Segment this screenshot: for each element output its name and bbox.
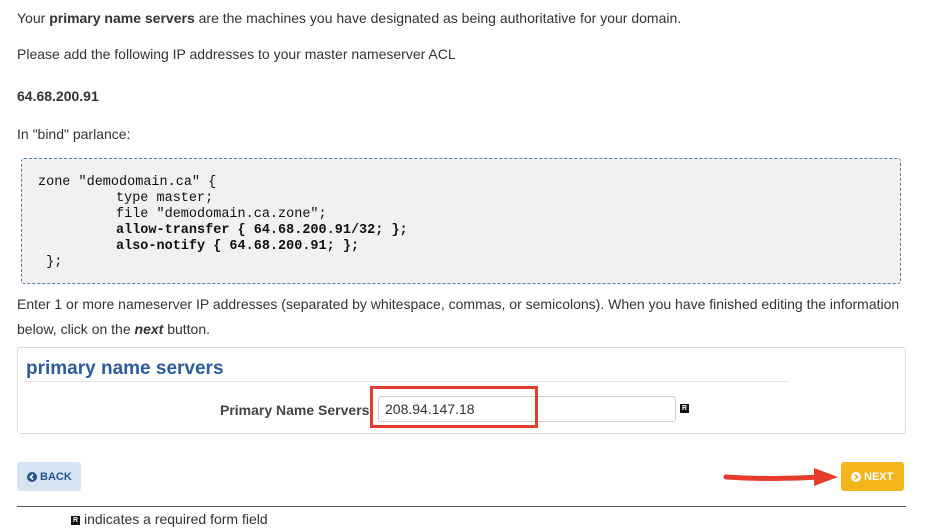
- footer-divider: [17, 506, 906, 507]
- primary-name-servers-label: Primary Name Servers:: [220, 402, 375, 418]
- required-icon: R: [71, 516, 80, 525]
- required-icon: R: [680, 404, 689, 413]
- intro-text: Your primary name servers are the machin…: [17, 10, 681, 26]
- code-line-4: allow-transfer { 64.68.200.91/32; };: [116, 223, 408, 238]
- back-button-label: BACK: [40, 470, 72, 483]
- required-field-note: Rindicates a required form field: [71, 511, 268, 527]
- back-button[interactable]: BACK: [17, 462, 81, 491]
- help-text: Enter 1 or more nameserver IP addresses …: [17, 292, 912, 342]
- help-emphasis: next: [134, 321, 164, 337]
- help-suffix: button.: [163, 321, 211, 337]
- acl-ip-address: 64.68.200.91: [17, 88, 99, 104]
- panel-divider: [24, 381, 789, 382]
- parlance-label: In "bind" parlance:: [17, 126, 131, 142]
- bind-config-box: zone "demodomain.ca" { type master; file…: [21, 158, 901, 284]
- red-arrow-icon: [723, 468, 838, 486]
- code-line-2: type master;: [116, 191, 214, 206]
- primary-name-servers-input[interactable]: [378, 396, 676, 422]
- intro-suffix: are the machines you have designated as …: [194, 10, 682, 26]
- code-line-6: };: [38, 255, 63, 270]
- code-line-3: file "demodomain.ca.zone";: [116, 207, 327, 222]
- next-button[interactable]: NEXT: [841, 462, 904, 491]
- intro-bold: primary name servers: [49, 10, 195, 26]
- circle-arrow-left-icon: [27, 471, 37, 482]
- bind-config-code: zone "demodomain.ca" { type master; file…: [38, 175, 408, 271]
- panel-title: primary name servers: [26, 358, 224, 379]
- required-note-text: indicates a required form field: [84, 511, 268, 527]
- intro-prefix: Your: [17, 10, 50, 26]
- code-line-5: also-notify { 64.68.200.91; };: [116, 239, 360, 254]
- acl-instruction: Please add the following IP addresses to…: [17, 46, 456, 62]
- circle-arrow-right-icon: [851, 471, 861, 482]
- code-line-1: zone "demodomain.ca" {: [38, 175, 217, 190]
- name-servers-panel: primary name servers Primary Name Server…: [17, 347, 906, 434]
- next-button-label: NEXT: [864, 470, 894, 483]
